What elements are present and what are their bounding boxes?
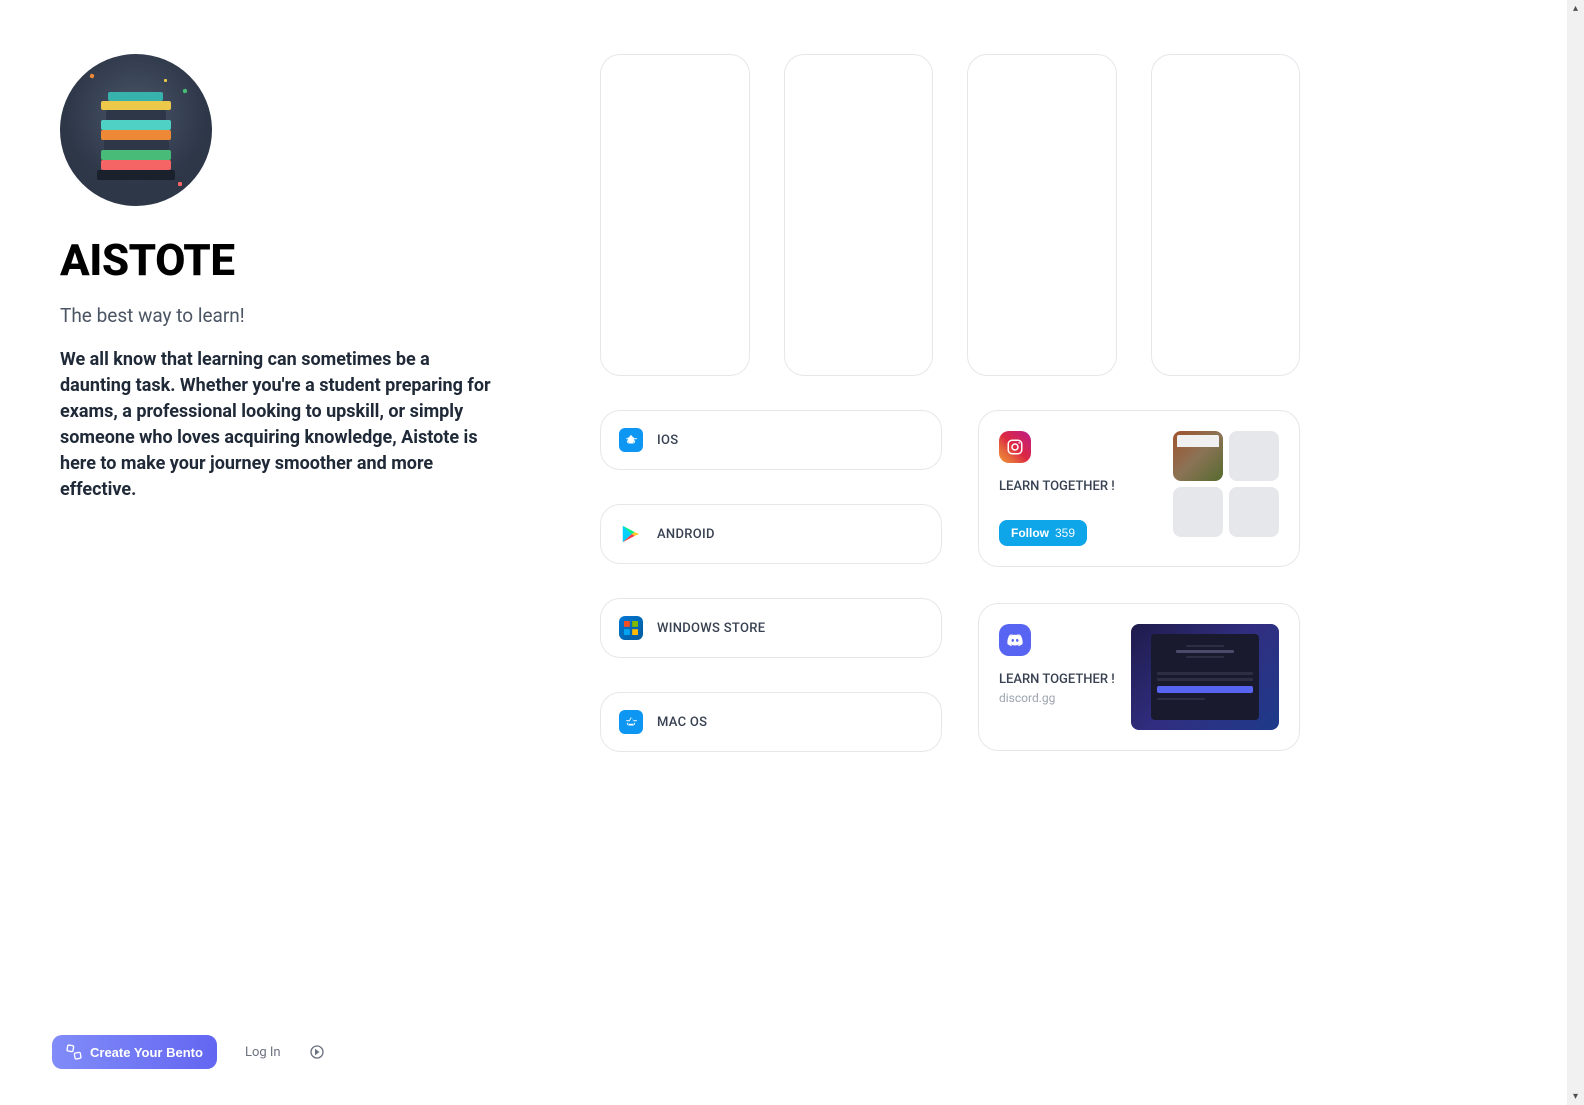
bottom-section: IOS ANDROID WINDOWS STORE [600,410,1300,752]
tagline: The best way to learn! [60,304,500,327]
page-container: AISTOTE The best way to learn! We all kn… [0,0,1584,806]
bottom-bar: Create Your Bento Log In [52,1035,325,1069]
platform-label: ANDROID [657,527,715,542]
discord-subtitle: discord.gg [999,691,1117,705]
scrollbar[interactable]: ▴ ▾ [1567,0,1584,1105]
platform-label: MAC OS [657,715,707,730]
discord-icon [999,624,1031,656]
follow-count: 359 [1055,526,1075,540]
top-cards-row [600,54,1300,376]
windows-store-icon [619,616,643,640]
empty-card[interactable] [784,54,934,376]
avatar [60,54,212,206]
scroll-down-icon[interactable]: ▾ [1567,1088,1584,1105]
login-link[interactable]: Log In [245,1045,281,1060]
instagram-thumb[interactable] [1173,431,1223,481]
platform-label: WINDOWS STORE [657,621,765,636]
follow-label: Follow [1011,526,1049,540]
playstore-icon [619,522,643,546]
instagram-thumb[interactable] [1229,487,1279,537]
instagram-thumb[interactable] [1229,431,1279,481]
scroll-up-icon[interactable]: ▴ [1567,0,1584,17]
cards-grid: IOS ANDROID WINDOWS STORE [600,54,1300,752]
create-bento-button[interactable]: Create Your Bento [52,1035,217,1069]
social-cards: LEARN TOGETHER ! Follow 359 [978,410,1300,752]
instagram-thumb[interactable] [1173,487,1223,537]
empty-card[interactable] [600,54,750,376]
appstore-icon [619,710,643,734]
description: We all know that learning can sometimes … [60,347,500,504]
instagram-thumbnails [1173,431,1279,546]
platform-card-android[interactable]: ANDROID [600,504,942,564]
appstore-icon [619,428,643,452]
share-icon[interactable] [309,1044,325,1060]
bento-icon [66,1044,82,1060]
platform-card-macos[interactable]: MAC OS [600,692,942,752]
empty-card[interactable] [967,54,1117,376]
instagram-title: LEARN TOGETHER ! [999,479,1159,494]
instagram-card[interactable]: LEARN TOGETHER ! Follow 359 [978,410,1300,567]
platform-card-ios[interactable]: IOS [600,410,942,470]
page-title: AISTOTE [60,234,500,286]
discord-card[interactable]: LEARN TOGETHER ! discord.gg [978,603,1300,751]
profile-panel: AISTOTE The best way to learn! We all kn… [60,54,500,752]
instagram-icon [999,431,1031,463]
platform-label: IOS [657,433,678,448]
platform-card-windows[interactable]: WINDOWS STORE [600,598,942,658]
books-illustration [96,80,176,180]
follow-button[interactable]: Follow 359 [999,520,1087,546]
platform-links: IOS ANDROID WINDOWS STORE [600,410,942,752]
discord-title: LEARN TOGETHER ! [999,672,1117,687]
discord-preview [1131,624,1279,730]
empty-card[interactable] [1151,54,1301,376]
create-bento-label: Create Your Bento [90,1045,203,1060]
